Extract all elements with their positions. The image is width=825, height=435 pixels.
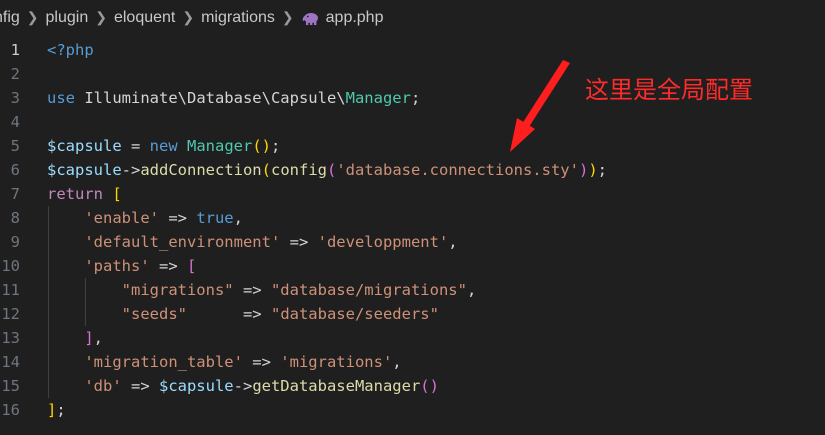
annotation-arrow-icon: [510, 60, 570, 152]
